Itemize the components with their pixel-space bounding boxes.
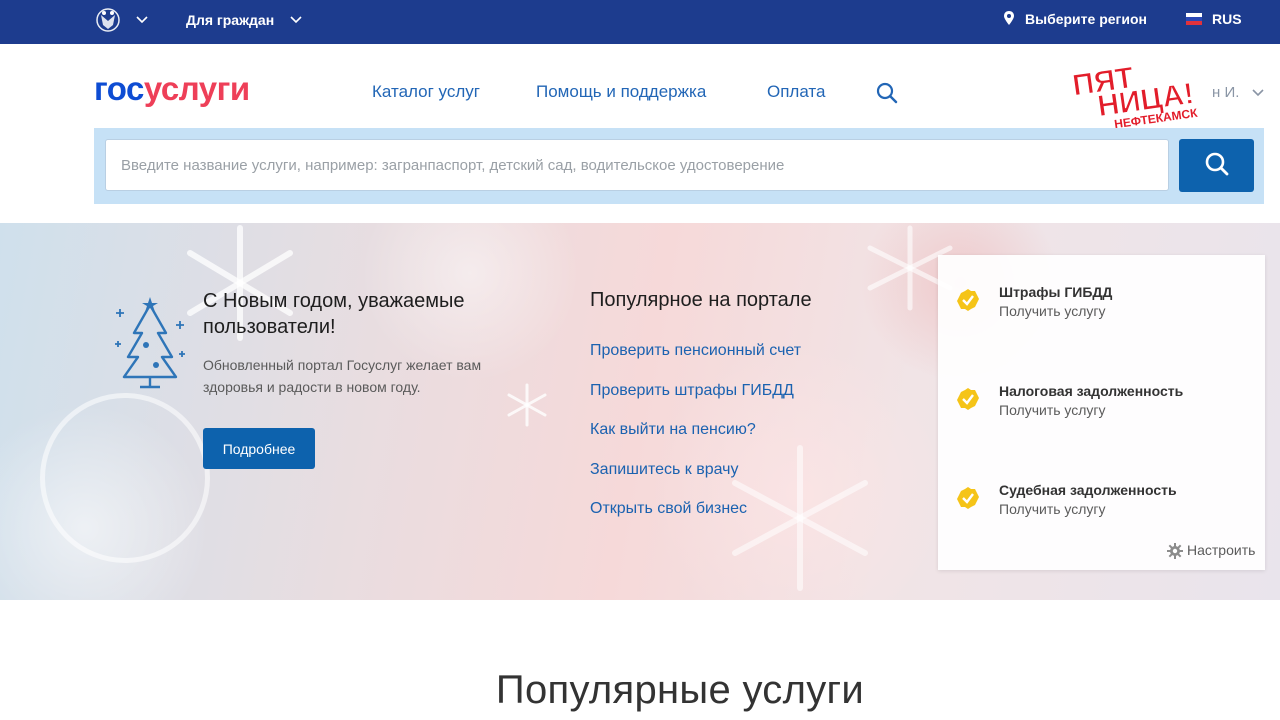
search-panel [94, 128, 1264, 204]
quick-service-title[interactable]: Налоговая задолженность [999, 383, 1183, 399]
nav-help[interactable]: Помощь и поддержка [536, 82, 706, 102]
russia-flag-icon [1186, 13, 1202, 25]
search-input[interactable] [105, 139, 1169, 191]
popular-link[interactable]: Открыть свой бизнес [590, 500, 747, 518]
region-selector[interactable]: Выберите регион [1025, 11, 1147, 27]
greeting-title: С Новым годом, уважаемые пользователи! [203, 290, 465, 338]
greeting-text: Обновленный портал Госуслуг желает вам з… [203, 357, 482, 395]
quick-service-title[interactable]: Судебная задолженность [999, 482, 1177, 498]
quick-services-card: Штрафы ГИБДД Получить услугу Налоговая з… [938, 255, 1265, 570]
popular-link[interactable]: Запишитесь к врачу [590, 461, 739, 479]
emblem-icon[interactable] [94, 7, 122, 33]
check-circle-icon [957, 289, 979, 311]
snowflake-decoration [732, 445, 868, 591]
popular-link[interactable]: Проверить штрафы ГИБДД [590, 382, 794, 400]
location-pin-icon [1004, 11, 1014, 25]
section-title: Популярные услуги [495, 668, 865, 712]
chevron-down-icon[interactable] [290, 16, 302, 24]
friday-channel-logo: ПЯТ НИЦА! НЕФТЕКАМСК [1070, 61, 1199, 128]
nav-payment[interactable]: Оплата [767, 82, 825, 102]
quick-service-item[interactable]: Штрафы ГИБДД Получить услугу [938, 284, 1265, 324]
gear-icon[interactable] [1167, 543, 1183, 559]
quick-service-action[interactable]: Получить услугу [999, 402, 1106, 418]
configure-link[interactable]: Настроить [1187, 542, 1255, 558]
search-button[interactable] [1179, 139, 1254, 192]
language-selector[interactable]: RUS [1212, 11, 1242, 27]
logo-part-2: услуги [143, 70, 250, 107]
chevron-down-icon[interactable] [136, 16, 148, 24]
more-button[interactable]: Подробнее [203, 428, 315, 469]
chevron-down-icon[interactable] [1252, 89, 1264, 97]
quick-service-item[interactable]: Налоговая задолженность Получить услугу [938, 383, 1265, 423]
check-circle-icon [957, 388, 979, 410]
quick-service-title[interactable]: Штрафы ГИБДД [999, 284, 1112, 300]
gosuslugi-logo[interactable]: госуслуги [94, 70, 250, 108]
top-bar: Для граждан Выберите регион RUS [0, 0, 1280, 44]
nav-catalog[interactable]: Каталог услуг [372, 82, 480, 102]
search-icon[interactable] [876, 82, 898, 104]
quick-service-action[interactable]: Получить услугу [999, 501, 1106, 517]
search-icon [1205, 152, 1228, 176]
quick-service-action[interactable]: Получить услугу [999, 303, 1106, 319]
quick-service-item[interactable]: Судебная задолженность Получить услугу [938, 482, 1265, 522]
popular-link[interactable]: Проверить пенсионный счет [590, 342, 801, 360]
citizens-menu[interactable]: Для граждан [186, 12, 274, 28]
christmas-tree-icon [115, 297, 185, 389]
ornament-ball [40, 393, 210, 563]
logo-part-1: гос [94, 70, 144, 107]
popular-title: Популярное на портале [590, 289, 812, 311]
check-circle-icon [957, 487, 979, 509]
popular-link[interactable]: Как выйти на пенсию? [590, 421, 756, 439]
